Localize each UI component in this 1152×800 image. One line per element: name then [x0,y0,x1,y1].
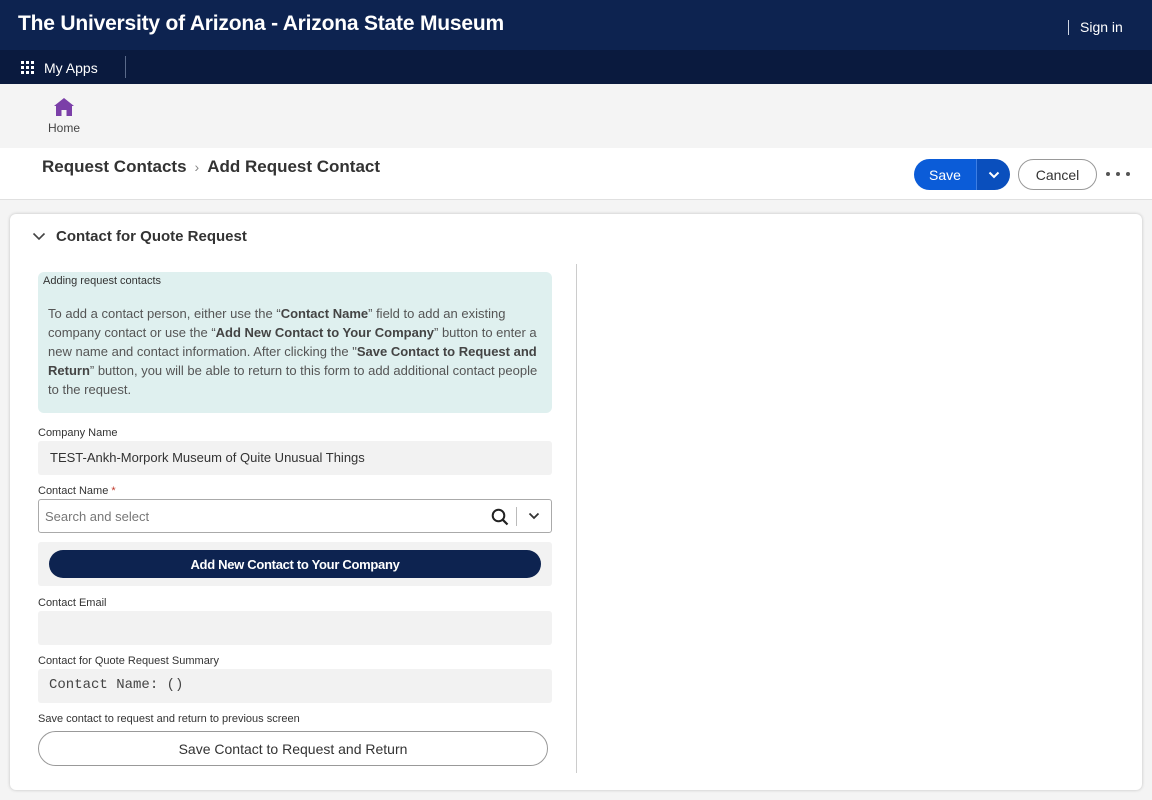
contact-email-field [38,611,552,645]
summary-label: Contact for Quote Request Summary [38,655,219,667]
form-card: Contact for Quote Request Adding request… [10,214,1142,790]
home-label: Home [47,121,80,135]
more-options-icon[interactable] [1106,164,1130,184]
top-bar: The University of Arizona - Arizona Stat… [0,0,1152,50]
summary-field: Contact Name: () [38,669,552,703]
section-toggle[interactable]: Contact for Quote Request [32,228,247,245]
save-contact-return-button[interactable]: Save Contact to Request and Return [38,731,548,766]
my-apps-link[interactable]: My Apps [44,60,98,76]
section-title: Contact for Quote Request [56,228,247,245]
apps-bar-divider [125,56,126,78]
page-header: Request Contacts › Add Request Contact S… [0,148,1152,200]
company-name-label: Company Name [38,427,118,439]
company-name-field: TEST-Ankh-Morpork Museum of Quite Unusua… [38,441,552,475]
breadcrumb-current: Add Request Contact [207,157,381,176]
home-nav-item[interactable]: Home [40,97,88,135]
save-button[interactable]: Save [914,159,976,190]
home-icon [54,98,74,116]
breadcrumb-request-contacts[interactable]: Request Contacts [42,157,187,177]
combo-divider [516,507,517,526]
contact-name-label: Contact Name * [38,485,116,497]
apps-bar: My Apps [0,50,1152,84]
required-marker: * [111,485,116,497]
nav-bar: Home [0,84,1152,148]
contact-name-select[interactable] [38,499,552,533]
save-return-label: Save contact to request and return to pr… [38,713,300,725]
info-text: To add a contact person, either use the … [48,306,538,397]
breadcrumb-chevron-icon: › [194,159,200,175]
breadcrumb: Request Contacts › Add Request Contact [42,157,380,177]
contact-email-label: Contact Email [38,597,107,609]
add-new-contact-button[interactable]: Add New Contact to Your Company [49,550,541,578]
chevron-down-icon [32,232,46,241]
add-contact-container: Add New Contact to Your Company [38,542,552,586]
contact-name-input[interactable] [40,501,480,531]
cancel-button[interactable]: Cancel [1018,159,1097,190]
info-box: Adding request contacts To add a contact… [38,272,552,413]
sign-in-separator [1068,20,1069,35]
info-heading: Adding request contacts [43,275,162,287]
site-title: The University of Arizona - Arizona Stat… [18,12,504,35]
column-divider [576,264,577,773]
chevron-down-icon [988,171,999,178]
apps-grid-icon[interactable] [21,61,34,74]
save-options-button[interactable] [976,159,1010,190]
sign-in-link[interactable]: Sign in [1080,19,1123,35]
search-icon[interactable] [491,508,509,526]
chevron-down-icon[interactable] [528,512,540,520]
